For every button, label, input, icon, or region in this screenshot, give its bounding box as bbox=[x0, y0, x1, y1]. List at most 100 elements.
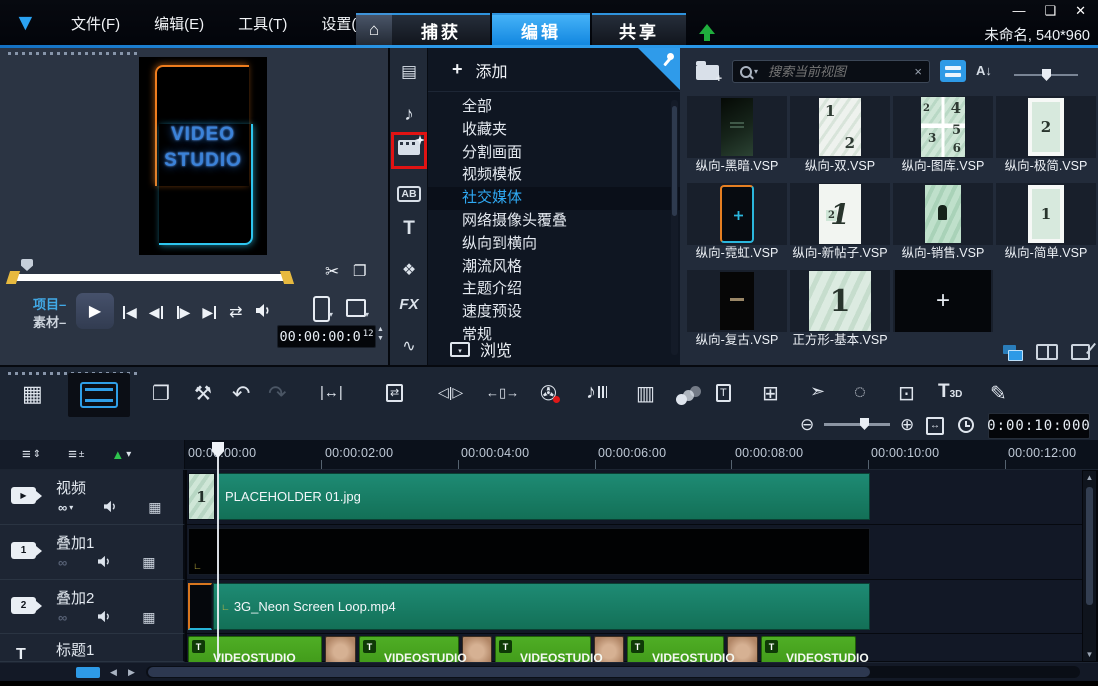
snapshot-icon[interactable]: ❐ bbox=[353, 262, 366, 280]
tab-capture[interactable]: 捕获 bbox=[392, 13, 490, 45]
scroll-up-icon[interactable]: ▲ bbox=[1083, 473, 1096, 482]
preview-timecode[interactable]: 00:00:00:012 bbox=[277, 325, 376, 348]
clip-overlay1[interactable]: ∟ bbox=[188, 528, 870, 575]
clip-title[interactable]: TVIDEOSTUDIO bbox=[359, 636, 459, 662]
scrollbar-thumb[interactable] bbox=[1086, 487, 1093, 605]
mode-clip-label[interactable]: 素材– bbox=[33, 312, 66, 331]
category-all[interactable]: 全部 bbox=[428, 96, 680, 119]
scroll-right-icon[interactable]: ▶ bbox=[128, 667, 135, 678]
timeline-view-icon[interactable] bbox=[68, 373, 130, 417]
upload-arrow-icon[interactable] bbox=[699, 16, 715, 38]
next-frame-button[interactable]: ▶ bbox=[176, 304, 191, 321]
category-split-screen[interactable]: 分割画面 bbox=[428, 142, 680, 165]
paint-creator-icon[interactable]: ✎ bbox=[990, 381, 1007, 406]
spinner-up-icon[interactable]: ▲ bbox=[377, 326, 384, 333]
slider-thumb[interactable] bbox=[1042, 69, 1051, 81]
ripple-edit-icon[interactable]: |↔| bbox=[320, 384, 343, 401]
menu-tools[interactable]: 工具(T) bbox=[221, 13, 304, 34]
track-manager-icon[interactable]: ≡⇕ bbox=[22, 446, 41, 463]
resize-mode-icon[interactable] bbox=[346, 299, 366, 317]
chapter-marker-icon[interactable]: ▲▾ bbox=[111, 447, 131, 462]
template-item[interactable]: 1 纵向-简单.VSP bbox=[996, 181, 1096, 268]
clip-thumbnail[interactable] bbox=[325, 636, 356, 662]
maximize-button[interactable]: ❑ bbox=[1044, 3, 1056, 19]
playhead-line[interactable] bbox=[217, 446, 219, 660]
sort-icon[interactable]: A↓ bbox=[976, 63, 992, 78]
filter-library-icon[interactable]: FX bbox=[390, 296, 428, 313]
multi-trim-icon[interactable]: ▥ bbox=[636, 381, 655, 406]
home-button[interactable]: ⌂ bbox=[356, 13, 392, 45]
template-item[interactable]: 纵向-复古.VSP bbox=[687, 268, 787, 355]
device-preview-icon[interactable] bbox=[313, 296, 330, 322]
scroll-down-icon[interactable]: ▼ bbox=[1083, 650, 1096, 659]
clip-title[interactable]: TVIDEOSTUDIO bbox=[627, 636, 724, 662]
category-trend-style[interactable]: 潮流风格 bbox=[428, 256, 680, 279]
vertical-scrollbar[interactable]: ▲ ▼ bbox=[1083, 471, 1096, 661]
undo-icon[interactable]: ↶ bbox=[232, 381, 250, 407]
duration-clock-icon[interactable] bbox=[958, 417, 974, 433]
clip-title[interactable]: TVIDEOSTUDIO bbox=[188, 636, 322, 662]
sound-mixer-icon[interactable]: ♪ bbox=[586, 381, 607, 404]
close-button[interactable]: ✕ bbox=[1075, 3, 1086, 19]
category-speed-preset[interactable]: 速度预设 bbox=[428, 301, 680, 324]
insert-clip-icon[interactable]: ←▯→ bbox=[486, 385, 519, 401]
timeline-scroll-icon[interactable] bbox=[76, 667, 100, 678]
template-item[interactable]: 纵向-黑暗.VSP bbox=[687, 94, 787, 181]
link-tracks-icon[interactable]: ∞▾ bbox=[58, 500, 73, 515]
menu-file[interactable]: 文件(F) bbox=[54, 13, 137, 34]
category-portrait-to-landscape[interactable]: 纵向到横向 bbox=[428, 233, 680, 256]
minimize-button[interactable]: — bbox=[1012, 3, 1025, 19]
template-item[interactable]: 纵向-销售.VSP bbox=[893, 181, 993, 268]
tab-share[interactable]: 共享 bbox=[592, 13, 686, 45]
scrollbar-thumb[interactable] bbox=[148, 667, 870, 677]
zoom-in-icon[interactable]: ⊕ bbox=[900, 415, 914, 435]
chevron-down-icon[interactable]: ▾ bbox=[365, 310, 369, 319]
track-transparency-icon[interactable]: ▦ bbox=[142, 554, 155, 571]
edit-template-icon[interactable] bbox=[1071, 344, 1090, 360]
slider-thumb[interactable] bbox=[860, 418, 869, 430]
split-clip-icon[interactable]: ✂ bbox=[325, 262, 339, 282]
motion-tracking-icon[interactable]: ➣ bbox=[810, 381, 825, 402]
loop-button[interactable]: ⇄ bbox=[229, 302, 242, 322]
mute-track-icon[interactable] bbox=[97, 555, 112, 571]
media-library-icon[interactable]: ▤ bbox=[390, 62, 428, 82]
horizontal-scrollbar[interactable] bbox=[146, 666, 1080, 678]
pin-panel-icon[interactable] bbox=[638, 48, 680, 90]
template-item[interactable]: 1 2 纵向-新帖子.VSP bbox=[790, 181, 890, 268]
clip-thumbnail[interactable] bbox=[188, 583, 212, 630]
clip-title[interactable]: TVIDEOSTUDIO bbox=[761, 636, 856, 662]
timecode-spinner[interactable]: ▲ ▼ bbox=[377, 326, 384, 342]
split-view-icon[interactable]: ◁|▷ bbox=[438, 384, 463, 401]
chevron-down-icon[interactable]: ▾ bbox=[329, 310, 333, 319]
copy-icon[interactable]: ❐ bbox=[152, 381, 170, 406]
title-library-icon[interactable]: T bbox=[390, 218, 428, 240]
view-mode-button[interactable] bbox=[940, 60, 966, 82]
clip-thumbnail[interactable]: 1 bbox=[188, 473, 215, 520]
library-scrollbar[interactable] bbox=[671, 100, 678, 355]
seek-start-button[interactable]: ◀ bbox=[122, 304, 137, 321]
category-webcam-overlay[interactable]: 网络摄像头覆叠 bbox=[428, 210, 680, 233]
search-input[interactable] bbox=[766, 63, 914, 80]
search-caret-icon[interactable]: ▾ bbox=[754, 67, 758, 76]
clip-video[interactable]: PLACEHOLDER 01.jpg bbox=[217, 473, 870, 520]
track-transparency-icon[interactable]: ▦ bbox=[142, 609, 155, 626]
browse-button[interactable]: ▾ 浏览 bbox=[428, 336, 680, 362]
tab-edit[interactable]: 编辑 bbox=[492, 13, 590, 45]
add-template-tile[interactable]: + bbox=[893, 268, 993, 355]
template-item[interactable]: 纵向-霓虹.VSP bbox=[687, 181, 787, 268]
title-3d-icon[interactable]: T3D bbox=[938, 381, 962, 403]
scroll-left-icon[interactable]: ◀ bbox=[110, 667, 117, 678]
storyboard-view-icon[interactable]: ▦ bbox=[22, 381, 43, 407]
toolbar-timecode[interactable]: 0:00:10:000 bbox=[988, 413, 1090, 439]
mute-track-icon[interactable] bbox=[97, 610, 112, 626]
seek-end-button[interactable]: ▶ bbox=[202, 304, 217, 321]
redo-icon[interactable]: ↷ bbox=[268, 381, 286, 407]
tools-icon[interactable]: ⚒ bbox=[194, 381, 212, 406]
trim-marker[interactable] bbox=[21, 259, 33, 271]
category-theme-intro[interactable]: 主题介绍 bbox=[428, 278, 680, 301]
columns-view-icon[interactable] bbox=[1036, 344, 1058, 360]
template-item[interactable]: 2 纵向-极简.VSP bbox=[996, 94, 1096, 181]
track-resize-icon[interactable]: ⇄ bbox=[386, 384, 403, 402]
add-remove-track-icon[interactable]: ≡± bbox=[68, 446, 84, 463]
mode-project-label[interactable]: 项目– bbox=[33, 294, 66, 313]
